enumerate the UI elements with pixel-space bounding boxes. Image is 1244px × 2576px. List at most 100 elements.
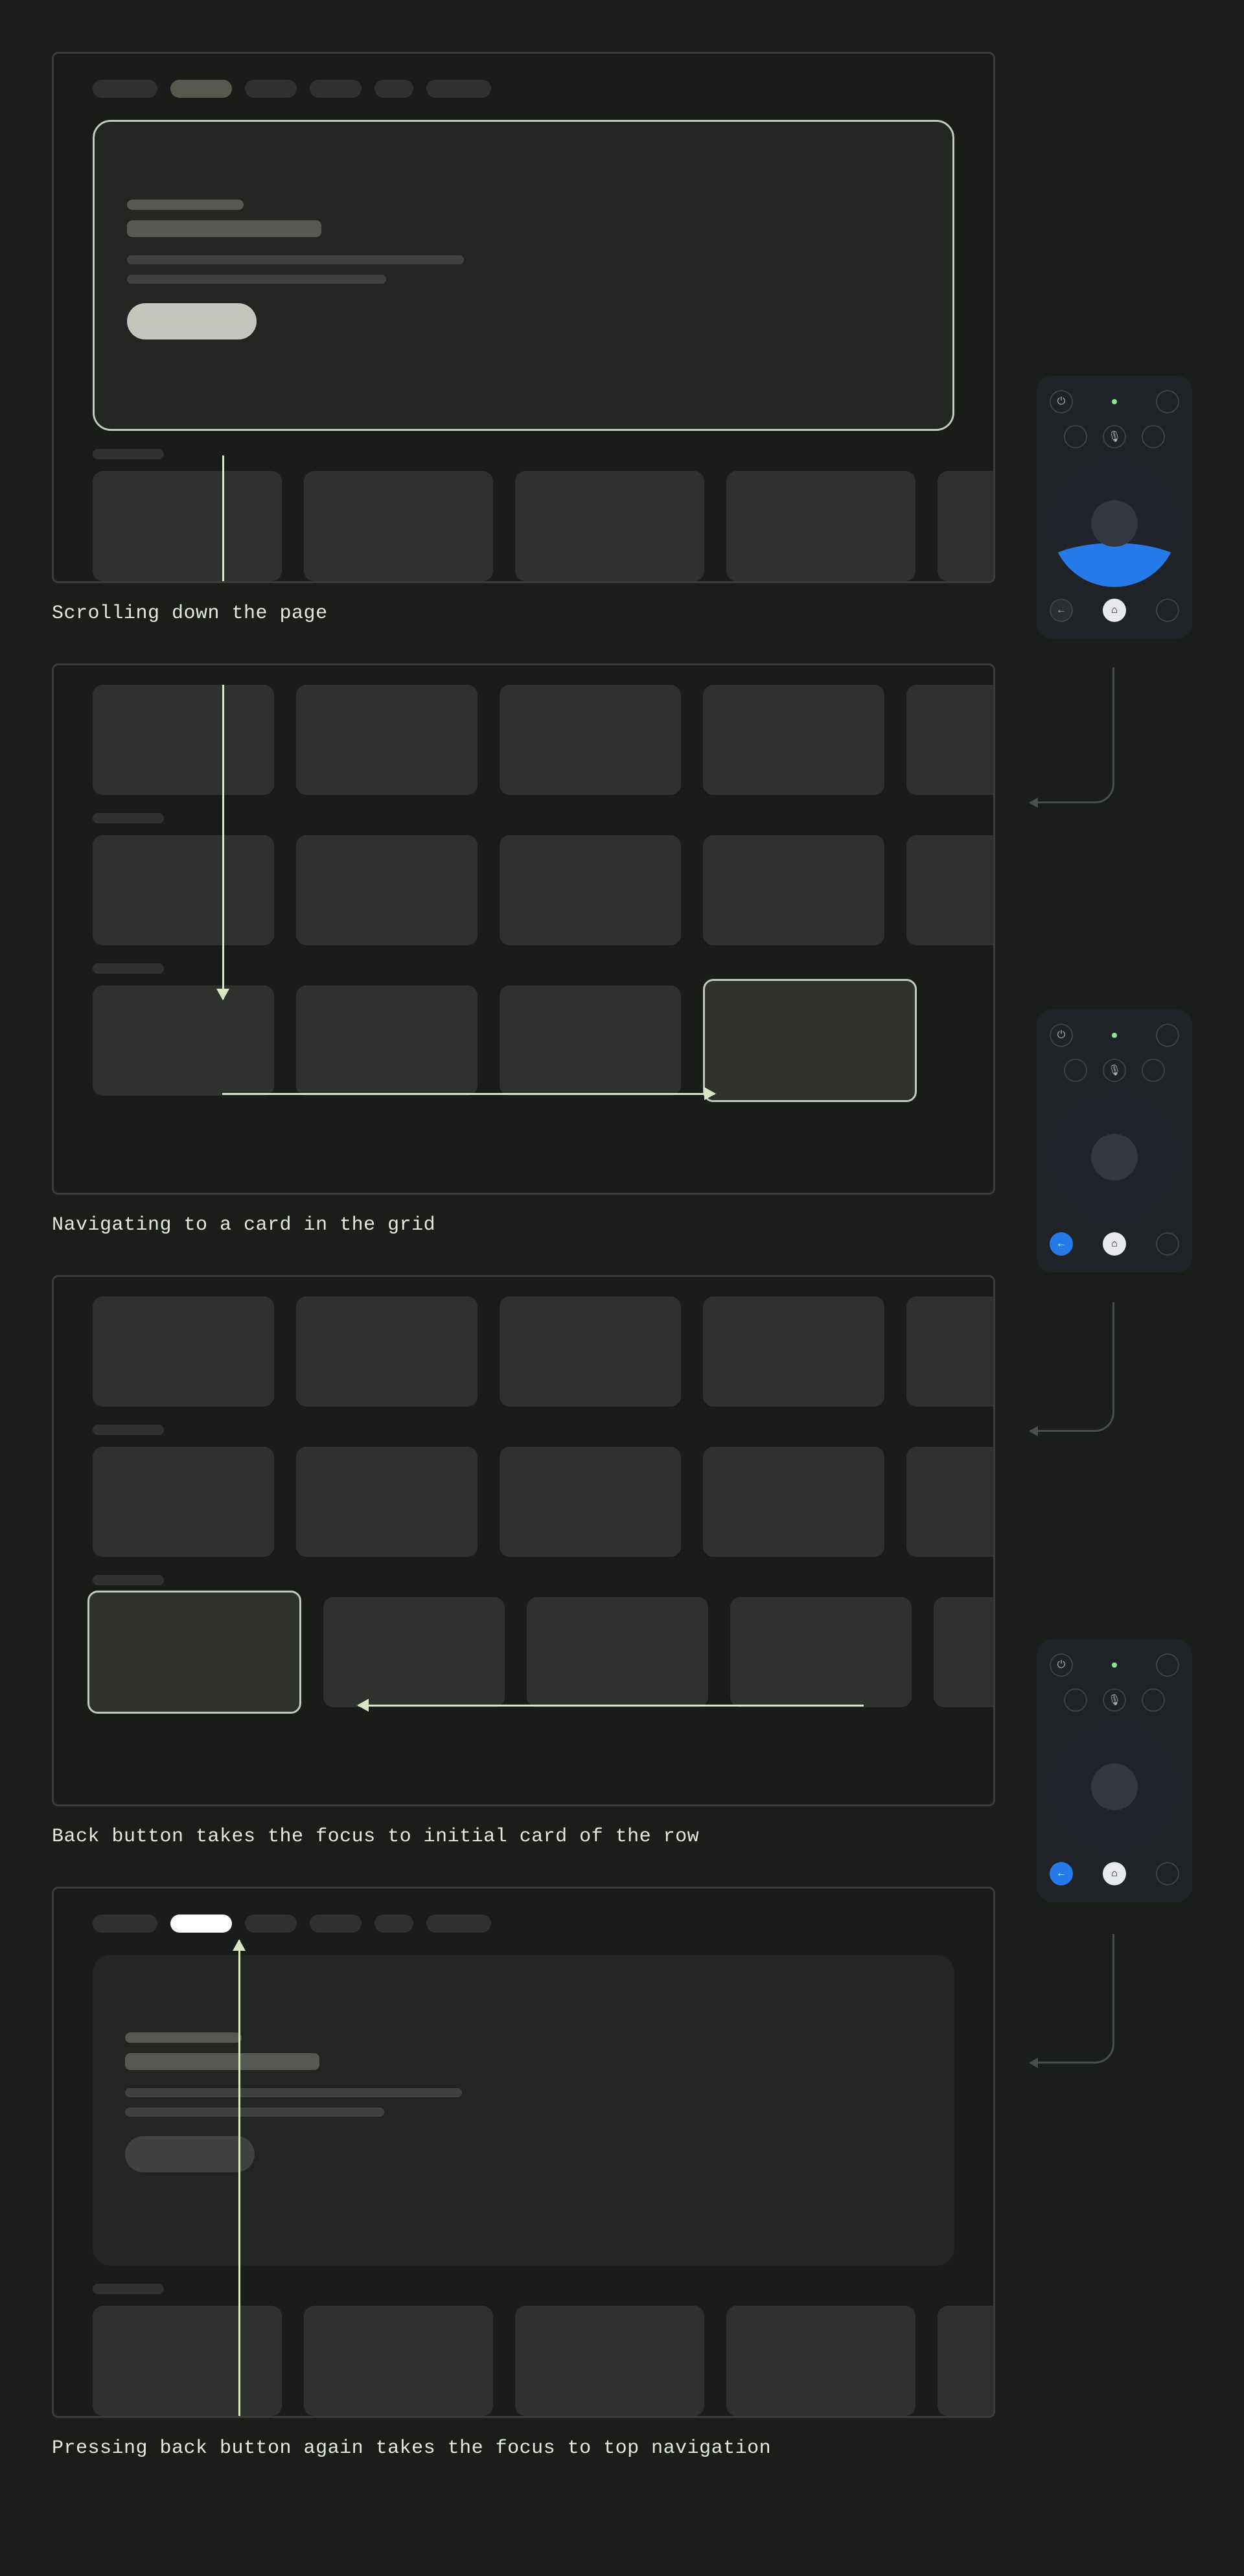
tab-pill[interactable] <box>426 1915 491 1933</box>
tab-pill[interactable] <box>374 1915 413 1933</box>
tab-pill[interactable] <box>245 80 297 98</box>
content-card[interactable] <box>296 1447 478 1557</box>
content-card[interactable] <box>500 835 681 945</box>
content-card[interactable] <box>906 685 995 795</box>
content-card[interactable] <box>296 1296 478 1407</box>
remote-button[interactable] <box>1156 1653 1179 1677</box>
dpad[interactable] <box>1051 1094 1178 1221</box>
content-card[interactable] <box>296 685 478 795</box>
mic-button[interactable]: 🎙 <box>1103 425 1126 448</box>
arrow-right-icon <box>222 1093 715 1095</box>
content-card[interactable] <box>906 1447 995 1557</box>
mic-button[interactable]: 🎙 <box>1103 1688 1126 1712</box>
remote-button[interactable] <box>1064 425 1087 448</box>
tab-pill[interactable] <box>310 80 362 98</box>
remote-button[interactable] <box>1156 1024 1179 1047</box>
back-button-pressed[interactable]: ← <box>1050 1232 1073 1256</box>
remote-button[interactable] <box>1156 1862 1179 1885</box>
back-button[interactable]: ← <box>1050 599 1073 622</box>
remote-button[interactable] <box>1064 1688 1087 1712</box>
content-card[interactable] <box>938 471 995 581</box>
remote-button[interactable] <box>1142 425 1165 448</box>
tv-frame-4 <box>52 1887 995 2418</box>
content-card[interactable] <box>304 2306 493 2416</box>
home-icon: ⌂ <box>1111 1868 1118 1880</box>
content-card[interactable] <box>703 1447 884 1557</box>
content-card[interactable] <box>93 835 274 945</box>
tab-pill-focused[interactable] <box>170 1915 232 1933</box>
remote-button[interactable] <box>1156 599 1179 622</box>
row-label-skeleton <box>93 963 164 974</box>
content-card[interactable] <box>500 1447 681 1557</box>
content-card[interactable] <box>703 835 884 945</box>
content-card[interactable] <box>938 2306 995 2416</box>
content-card[interactable] <box>93 1447 274 1557</box>
content-card[interactable] <box>304 471 493 581</box>
tab-pill[interactable] <box>426 80 491 98</box>
content-card[interactable] <box>703 1296 884 1407</box>
hero-cta-button[interactable] <box>125 2136 255 2172</box>
home-button[interactable]: ⌂ <box>1103 599 1126 622</box>
content-card[interactable] <box>296 985 478 1096</box>
mic-button[interactable]: 🎙 <box>1103 1059 1126 1082</box>
arrow-down-icon <box>222 685 224 999</box>
dpad-center-button[interactable] <box>1091 1134 1138 1180</box>
content-card[interactable] <box>93 1296 274 1407</box>
content-card[interactable] <box>934 1597 995 1707</box>
content-card[interactable] <box>93 685 274 795</box>
content-card[interactable] <box>296 835 478 945</box>
content-card[interactable] <box>527 1597 708 1707</box>
remote-button[interactable] <box>1064 1059 1087 1082</box>
tab-pill-active[interactable] <box>170 80 232 98</box>
back-icon: ← <box>1058 1238 1065 1250</box>
hero-skeleton-overline <box>127 200 244 210</box>
remote-button[interactable] <box>1156 390 1179 413</box>
home-button[interactable]: ⌂ <box>1103 1232 1126 1256</box>
home-button[interactable]: ⌂ <box>1103 1862 1126 1885</box>
content-card[interactable] <box>500 685 681 795</box>
dpad[interactable] <box>1051 1723 1178 1850</box>
content-card[interactable] <box>703 685 884 795</box>
remote-button[interactable] <box>1142 1059 1165 1082</box>
tab-pill[interactable] <box>310 1915 362 1933</box>
tab-pill[interactable] <box>93 1915 157 1933</box>
hero-skeleton-line <box>127 255 464 264</box>
diagram-stage: Scrolling down the page Navigating <box>0 0 1244 2576</box>
hero-cta-button[interactable] <box>127 303 257 339</box>
tab-pill[interactable] <box>374 80 413 98</box>
content-card[interactable] <box>726 2306 916 2416</box>
hero-skeleton-line <box>127 275 386 284</box>
content-card[interactable] <box>515 2306 704 2416</box>
content-card[interactable] <box>726 471 916 581</box>
power-button[interactable]: ⏻ <box>1050 1024 1073 1047</box>
content-card-focused[interactable] <box>703 979 917 1102</box>
home-icon: ⌂ <box>1111 604 1118 616</box>
flow-connector-icon <box>1030 1934 1114 2064</box>
content-card[interactable] <box>906 1296 995 1407</box>
content-card[interactable] <box>730 1597 912 1707</box>
hero-card[interactable] <box>93 1955 954 2266</box>
content-card[interactable] <box>323 1597 505 1707</box>
power-button[interactable]: ⏻ <box>1050 1653 1073 1677</box>
content-card[interactable] <box>93 2306 282 2416</box>
row-label-skeleton <box>93 449 164 459</box>
tab-pill[interactable] <box>245 1915 297 1933</box>
content-card[interactable] <box>500 1296 681 1407</box>
remote-button[interactable] <box>1156 1232 1179 1256</box>
dpad-center-button[interactable] <box>1091 1764 1138 1810</box>
arrow-down-icon <box>222 455 224 583</box>
content-card[interactable] <box>93 985 274 1096</box>
power-button[interactable]: ⏻ <box>1050 390 1073 413</box>
row-label-skeleton <box>93 1425 164 1435</box>
back-button-pressed[interactable]: ← <box>1050 1862 1073 1885</box>
tab-pill[interactable] <box>93 80 157 98</box>
remote-button[interactable] <box>1142 1688 1165 1712</box>
content-card[interactable] <box>906 835 995 945</box>
content-card-focused[interactable] <box>87 1591 301 1714</box>
content-card[interactable] <box>500 985 681 1096</box>
dpad[interactable] <box>1051 460 1178 587</box>
dpad-center-button[interactable] <box>1091 500 1138 547</box>
hero-card-focused[interactable] <box>93 120 954 431</box>
content-card[interactable] <box>93 471 282 581</box>
content-card[interactable] <box>515 471 704 581</box>
